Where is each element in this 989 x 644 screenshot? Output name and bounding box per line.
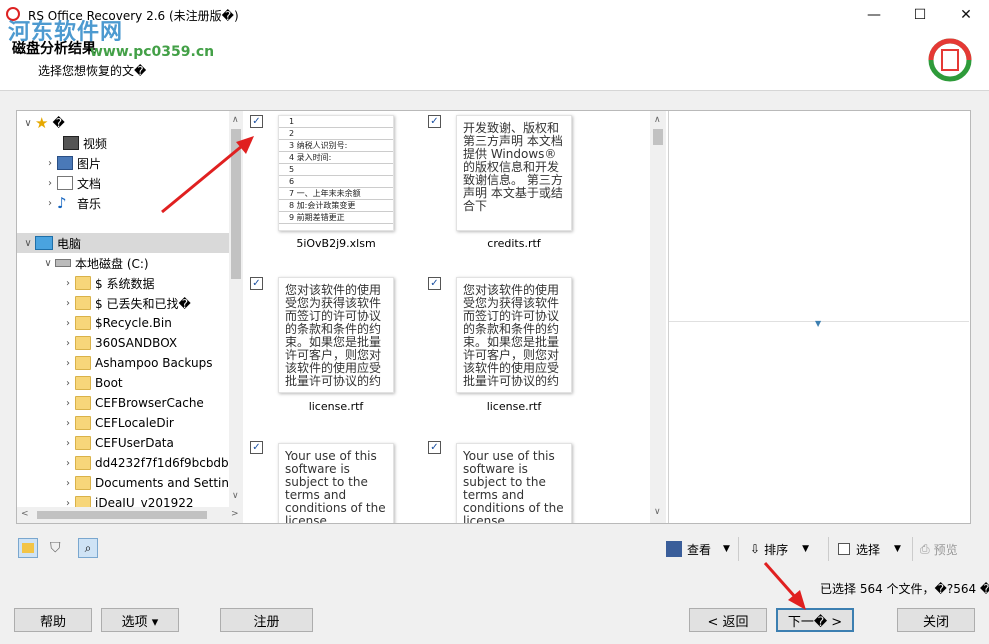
annotation-arrow-to-checkbox bbox=[161, 136, 254, 214]
annotation-arrow-to-next bbox=[763, 562, 806, 610]
annotation-arrows bbox=[161, 136, 806, 610]
